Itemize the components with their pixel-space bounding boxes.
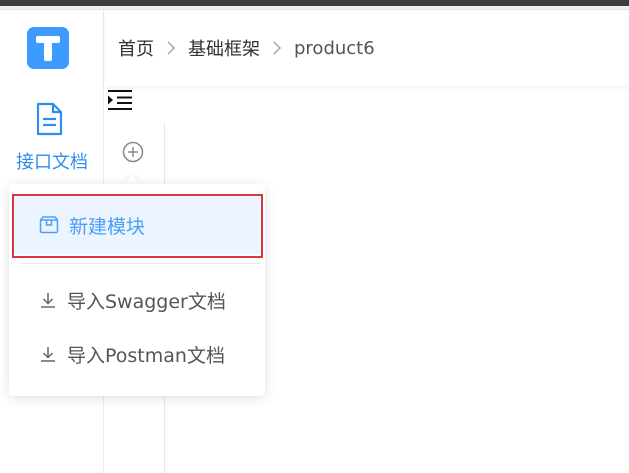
breadcrumb-current: product6 [294,37,375,59]
header: 首页 基础框架 product6 [105,10,629,86]
download-icon [39,345,57,363]
t-logo-icon[interactable] [27,27,69,69]
chevron-right-icon [272,40,282,56]
breadcrumb-home[interactable]: 首页 [118,35,154,61]
menu-item-label: 导入Swagger文档 [67,290,226,313]
breadcrumb-framework[interactable]: 基础框架 [188,35,260,61]
document-icon [35,102,63,140]
menu-item-label: 导入Postman文档 [67,344,225,367]
sidebar-item-label: 接口文档 [16,152,88,173]
plus-circle-icon[interactable] [121,140,145,168]
menu-divider [21,263,261,264]
add-dropdown-menu: 新建模块 导入Swagger文档 导入Postman文档 [9,184,265,396]
chevron-right-icon [166,40,176,56]
download-icon [39,291,57,309]
sidebar-item-api-docs[interactable]: 接口文档 [0,100,104,180]
menu-item-import-swagger[interactable]: 导入Swagger文档 [9,272,265,328]
breadcrumb: 首页 基础框架 product6 [118,35,375,61]
menu-item-import-postman[interactable]: 导入Postman文档 [9,326,265,382]
menu-item-label: 新建模块 [69,215,146,238]
window-top-bar [0,0,629,10]
menu-item-new-module[interactable]: 新建模块 [13,196,262,254]
indent-icon[interactable] [108,89,132,115]
package-icon [39,216,59,234]
